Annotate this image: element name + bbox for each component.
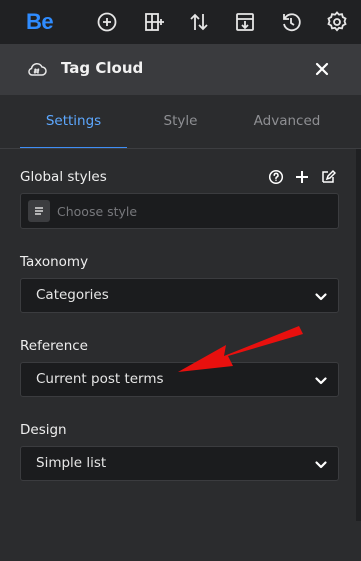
global-style-placeholder: Choose style (57, 204, 138, 219)
cloud-hash-icon (26, 58, 48, 80)
taxonomy-label: Taxonomy (20, 254, 89, 270)
help-icon[interactable] (268, 169, 284, 185)
taxonomy-value: Categories (36, 287, 109, 303)
panel-title: Tag Cloud (61, 59, 144, 77)
add-circle-icon[interactable] (95, 10, 119, 34)
design-label: Design (20, 422, 67, 438)
reference-select[interactable]: Current post terms (20, 362, 339, 397)
tab-style[interactable]: Style (127, 95, 234, 147)
builder-logo[interactable]: Be (26, 9, 54, 35)
tab-advanced[interactable]: Advanced (234, 95, 340, 147)
tab-divider (0, 148, 361, 149)
import-icon[interactable] (233, 10, 257, 34)
panel-tabs: Settings Style Advanced (0, 95, 361, 149)
chevron-down-icon (314, 374, 328, 388)
design-select[interactable]: Simple list (20, 446, 339, 481)
tab-settings[interactable]: Settings (20, 95, 127, 149)
taxonomy-select[interactable]: Categories (20, 278, 339, 313)
top-toolbar: Be (0, 0, 361, 44)
reference-value: Current post terms (36, 371, 164, 387)
edit-style-icon[interactable] (320, 169, 336, 185)
chevron-down-icon (314, 290, 328, 304)
global-styles-label: Global styles (20, 169, 107, 185)
style-list-icon (28, 200, 50, 222)
reference-label: Reference (20, 338, 88, 354)
sort-icon[interactable] (187, 10, 211, 34)
global-style-select[interactable]: Choose style (20, 193, 339, 229)
add-icon[interactable] (294, 169, 310, 185)
scrollbar-track[interactable] (356, 149, 361, 521)
close-icon[interactable] (312, 59, 332, 79)
panel-header: Tag Cloud (0, 44, 361, 95)
chevron-down-icon (314, 458, 328, 472)
history-icon[interactable] (279, 10, 303, 34)
design-value: Simple list (36, 455, 107, 471)
layout-icon[interactable] (142, 10, 166, 34)
settings-gear-icon[interactable] (325, 10, 349, 34)
